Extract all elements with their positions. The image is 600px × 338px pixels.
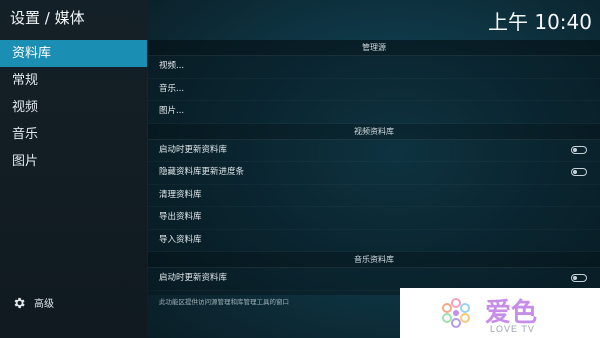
section-header-sources: 管理源 xyxy=(148,40,600,56)
section-header-music-library: 音乐资料库 xyxy=(148,252,600,268)
sidebar-menu: 资料库 常规 视频 音乐 图片 xyxy=(0,40,147,175)
video-update-on-start-label: 启动时更新资料库 xyxy=(159,144,228,155)
description-text: 此功能区提供访问源管理和库管理工具的窗口 xyxy=(159,298,289,306)
gear-icon xyxy=(14,297,25,308)
sidebar-item-pictures[interactable]: 图片 xyxy=(0,148,147,175)
watermark-subtext: LOVE TV xyxy=(490,324,535,334)
source-pictures[interactable]: 图片... xyxy=(148,101,600,124)
settings-level-label: 高级 xyxy=(34,299,54,310)
flower-logo-icon xyxy=(442,298,470,328)
sidebar: 设置 / 媒体 资料库 常规 视频 音乐 图片 高级 xyxy=(0,0,147,338)
video-hide-progress-toggle[interactable] xyxy=(571,168,587,176)
settings-level-button[interactable]: 高级 xyxy=(12,295,54,310)
source-music[interactable]: 音乐... xyxy=(148,79,600,102)
video-update-on-start[interactable]: 启动时更新资料库 xyxy=(148,140,600,163)
sidebar-item-library[interactable]: 资料库 xyxy=(0,40,147,67)
source-videos[interactable]: 视频... xyxy=(148,56,600,79)
clock: 上午 10:40 xyxy=(488,10,592,34)
sidebar-item-videos[interactable]: 视频 xyxy=(0,94,147,121)
video-update-on-start-toggle[interactable] xyxy=(571,145,587,154)
video-clean-library[interactable]: 清理资料库 xyxy=(148,185,600,208)
video-import-library[interactable]: 导入资料库 xyxy=(148,230,600,253)
settings-list: 管理源 视频... 音乐... 图片... 视频资料库 启动时更新资料库 隐藏资… xyxy=(148,40,600,295)
music-update-on-start-toggle[interactable] xyxy=(571,274,587,282)
watermark-logo: 爱色 LOVE TV xyxy=(400,288,600,338)
video-hide-progress-label: 隐藏资料库更新进度条 xyxy=(159,167,245,177)
video-export-library[interactable]: 导出资料库 xyxy=(148,207,600,230)
sidebar-item-general[interactable]: 常规 xyxy=(0,67,147,94)
section-header-video-library: 视频资料库 xyxy=(148,123,600,140)
music-update-on-start-label: 启动时更新资料库 xyxy=(159,273,228,283)
page-title: 设置 / 媒体 xyxy=(10,9,85,27)
video-hide-progress[interactable]: 隐藏资料库更新进度条 xyxy=(148,162,600,185)
sidebar-item-music[interactable]: 音乐 xyxy=(0,121,147,148)
